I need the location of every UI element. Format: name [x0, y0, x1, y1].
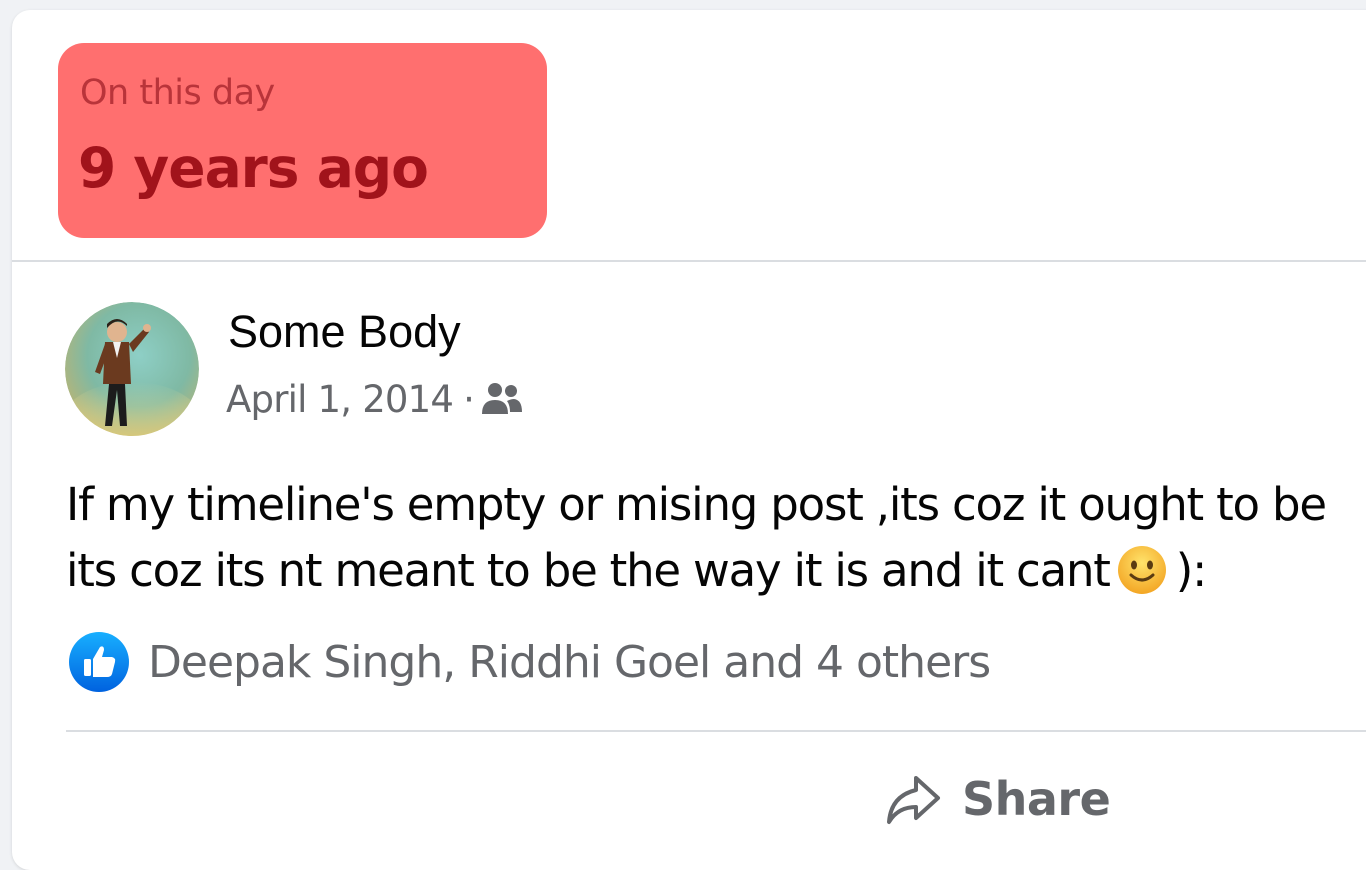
post-text-line-2-start: its coz its nt meant to be the way it is…	[66, 544, 1111, 597]
reactions-summary[interactable]: Deepak Singh, Riddhi Goel and 4 others	[68, 631, 991, 693]
reactions-text[interactable]: Deepak Singh, Riddhi Goel and 4 others	[148, 637, 991, 688]
post-meta: April 1, 2014 ·	[226, 378, 524, 421]
memory-title: 9 years ago	[78, 136, 429, 200]
friends-icon[interactable]	[480, 380, 524, 420]
header-divider	[12, 260, 1366, 262]
post-text-line-1: If my timeline's empty or mising post ,i…	[66, 478, 1327, 531]
post-text-line-2: its coz its nt meant to be the way it is…	[66, 538, 1366, 604]
memory-post-card: On this day 9 years ago Some Body April …	[12, 10, 1366, 870]
avatar[interactable]	[65, 302, 199, 436]
meta-separator: ·	[463, 378, 475, 421]
like-icon	[69, 632, 129, 692]
slightly-smiling-face-icon	[1117, 546, 1166, 594]
post-date[interactable]: April 1, 2014	[226, 378, 454, 421]
share-label: Share	[962, 772, 1111, 826]
post-text-line-2-end: ):	[1175, 544, 1208, 597]
post-body: If my timeline's empty or mising post ,i…	[66, 472, 1366, 604]
actions-divider	[66, 730, 1366, 732]
memory-badge: On this day 9 years ago	[58, 43, 547, 238]
share-arrow-icon	[887, 776, 940, 824]
author-name[interactable]: Some Body	[228, 306, 461, 358]
share-button[interactable]: Share	[882, 768, 1111, 830]
memory-eyebrow: On this day	[80, 73, 275, 113]
avatar-image	[65, 302, 199, 436]
